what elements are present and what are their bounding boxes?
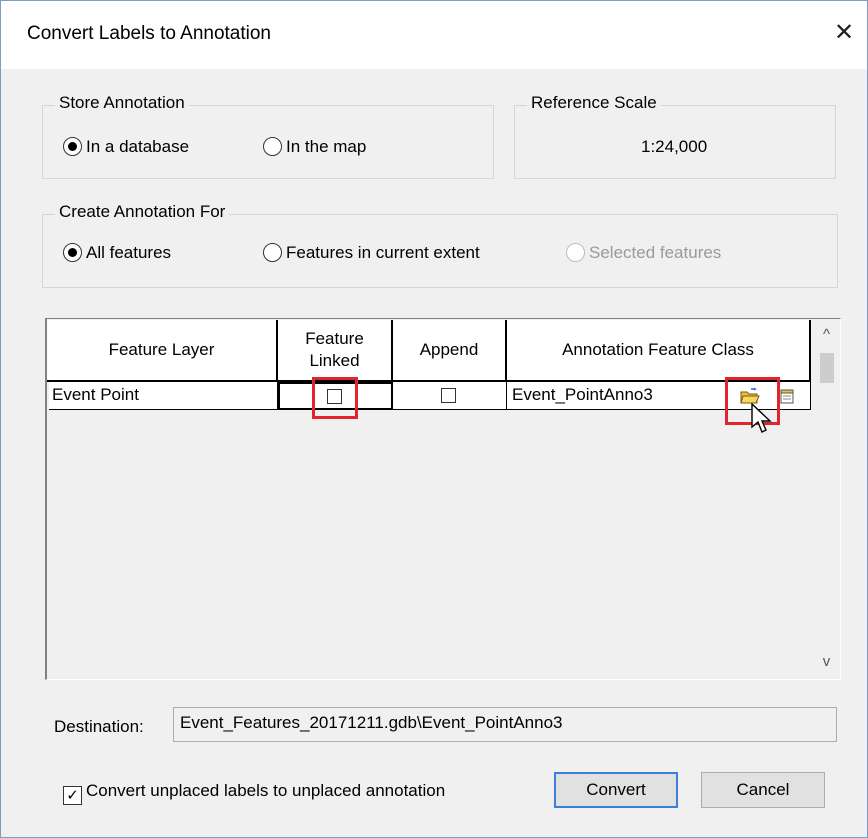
radio-in-a-database[interactable]: In a database xyxy=(63,137,189,157)
radio-features-in-current-extent[interactable]: Features in current extent xyxy=(263,243,480,263)
annotation-feature-class-name: Event_PointAnno3 xyxy=(512,385,653,404)
convert-labels-dialog: Convert Labels to Annotation ✕ Store Ann… xyxy=(0,0,868,838)
radio-selected-features: Selected features xyxy=(566,243,721,263)
mouse-cursor-icon xyxy=(750,402,774,437)
feature-layer-table[interactable]: Feature Layer Feature Linked Append Anno… xyxy=(45,318,841,680)
radio-selected-icon xyxy=(63,137,82,156)
radio-unselected-icon xyxy=(263,137,282,156)
header-feature-linked-text: Feature Linked xyxy=(305,329,364,370)
convert-button[interactable]: Convert xyxy=(554,772,678,808)
radio-label: In the map xyxy=(286,137,367,156)
feature-linked-highlight xyxy=(312,377,358,419)
properties-icon[interactable] xyxy=(779,387,797,405)
reference-scale-label: Reference Scale xyxy=(527,93,661,113)
checkbox-checked-icon: ✓ xyxy=(63,786,82,805)
radio-label: Features in current extent xyxy=(286,243,480,262)
window-title: Convert Labels to Annotation xyxy=(27,23,272,44)
feature-layer-name: Event Point xyxy=(52,385,139,404)
convert-unplaced-checkbox[interactable]: ✓ Convert unplaced labels to unplaced ann… xyxy=(63,781,445,805)
create-annotation-for-label: Create Annotation For xyxy=(55,202,230,222)
radio-label: Selected features xyxy=(589,243,722,262)
header-feature-layer[interactable]: Feature Layer xyxy=(47,320,278,382)
cell-append[interactable] xyxy=(393,382,507,410)
destination-label: Destination: xyxy=(54,717,144,736)
radio-selected-icon xyxy=(63,243,82,262)
header-feature-linked[interactable]: Feature Linked xyxy=(278,320,393,382)
close-button[interactable]: ✕ xyxy=(829,18,859,48)
cell-feature-layer[interactable]: Event Point xyxy=(49,382,278,410)
cancel-button[interactable]: Cancel xyxy=(701,772,825,808)
scroll-up-arrow[interactable]: ^ xyxy=(813,322,840,348)
scroll-thumb[interactable] xyxy=(820,353,834,383)
destination-field[interactable]: Event_Features_20171211.gdb\Event_PointA… xyxy=(173,707,837,742)
reference-scale-value: 1:24,000 xyxy=(641,137,708,156)
append-checkbox[interactable] xyxy=(441,388,456,403)
radio-label: In a database xyxy=(86,137,190,156)
header-annotation-feature-class[interactable]: Annotation Feature Class xyxy=(507,320,811,382)
convert-unplaced-label: Convert unplaced labels to unplaced anno… xyxy=(86,781,446,800)
radio-all-features[interactable]: All features xyxy=(63,243,171,263)
radio-disabled-icon xyxy=(566,243,585,262)
radio-label: All features xyxy=(86,243,172,262)
scroll-down-arrow[interactable]: v xyxy=(813,649,840,675)
store-annotation-label: Store Annotation xyxy=(55,93,189,113)
vertical-scrollbar[interactable]: ^ v xyxy=(813,319,840,679)
title-bar: Convert Labels to Annotation ✕ xyxy=(1,1,867,69)
radio-in-the-map[interactable]: In the map xyxy=(263,137,366,157)
radio-unselected-icon xyxy=(263,243,282,262)
header-append[interactable]: Append xyxy=(393,320,507,382)
